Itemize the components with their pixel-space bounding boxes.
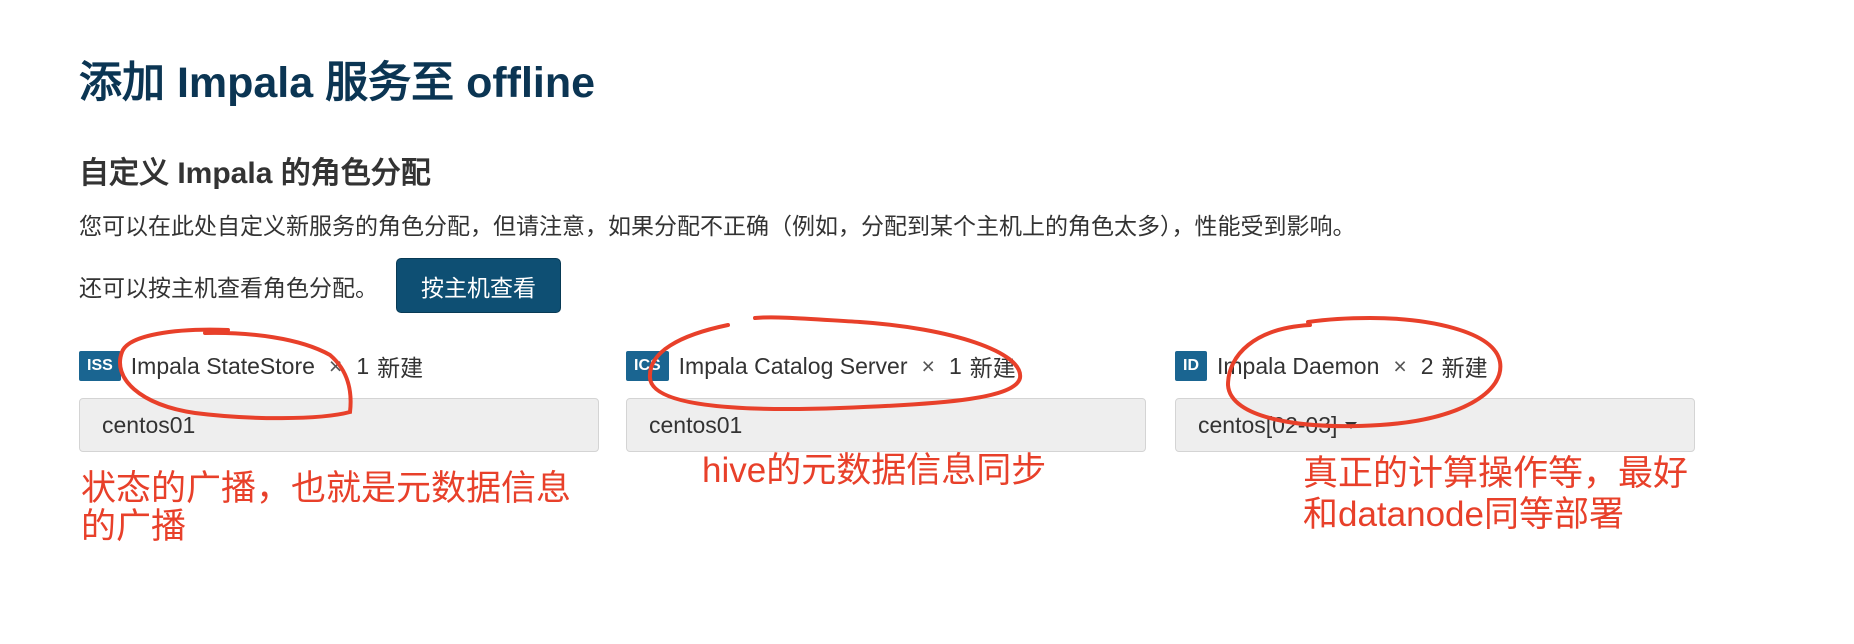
- host-select-value: centos01: [649, 411, 743, 438]
- role-count: 1: [948, 352, 962, 379]
- times-icon: ×: [1393, 352, 1407, 379]
- view-by-host-button[interactable]: 按主机查看: [396, 258, 561, 313]
- role-header: ISS Impala StateStore × 1 新建: [79, 348, 599, 384]
- role-badge: ISS: [79, 351, 121, 381]
- role-name: Impala Daemon: [1217, 352, 1380, 379]
- role-badge: ID: [1175, 351, 1207, 381]
- times-icon: ×: [921, 352, 935, 379]
- annotation-catalog: hive的元数据信息同步: [702, 451, 1047, 490]
- page-title: 添加 Impala 服务至 offline: [79, 59, 596, 107]
- role-name: Impala Catalog Server: [678, 352, 908, 379]
- role-name: Impala StateStore: [130, 352, 315, 379]
- view-by-host-row: 还可以按主机查看角色分配。 按主机查看: [79, 258, 561, 313]
- role-new-label: 新建: [1441, 355, 1488, 381]
- role-group-statestore: ISS Impala StateStore × 1 新建 centos01: [79, 348, 599, 452]
- annotation-statestore-line1: 状态的广播，也就是元数据信息: [81, 469, 572, 508]
- annotation-daemon-line2: 和datanode同等部署: [1303, 495, 1624, 534]
- host-select-daemon[interactable]: centos[02-03]: [1175, 398, 1695, 452]
- times-icon: ×: [328, 352, 343, 379]
- role-count: 1: [356, 352, 370, 379]
- annotation-daemon-line1: 真正的计算操作等，最好: [1303, 454, 1689, 493]
- role-count: 2: [1420, 352, 1434, 379]
- section-description: 您可以在此处自定义新服务的角色分配，但请注意，如果分配不正确（例如，分配到某个主…: [79, 213, 1356, 239]
- view-by-host-prompt: 还可以按主机查看角色分配。: [79, 274, 378, 301]
- annotation-statestore-line2: 的广播: [81, 507, 187, 546]
- section-title: 自定义 Impala 的角色分配: [79, 157, 431, 190]
- host-select-catalog-server[interactable]: centos01: [626, 398, 1146, 452]
- role-badge: ICS: [626, 351, 669, 381]
- chevron-down-icon: [1345, 421, 1358, 429]
- role-group-daemon: ID Impala Daemon × 2 新建 centos[02-03]: [1175, 348, 1695, 452]
- host-select-statestore[interactable]: centos01: [79, 398, 599, 452]
- page: 添加 Impala 服务至 offline 自定义 Impala 的角色分配 您…: [0, 0, 1854, 644]
- host-select-value: centos[02-03]: [1198, 411, 1338, 438]
- role-header: ID Impala Daemon × 2 新建: [1175, 348, 1695, 384]
- role-new-label: 新建: [377, 355, 424, 381]
- role-group-catalog-server: ICS Impala Catalog Server × 1 新建 centos0…: [626, 348, 1146, 452]
- role-new-label: 新建: [969, 355, 1016, 381]
- host-select-value: centos01: [102, 411, 196, 438]
- role-header: ICS Impala Catalog Server × 1 新建: [626, 348, 1146, 384]
